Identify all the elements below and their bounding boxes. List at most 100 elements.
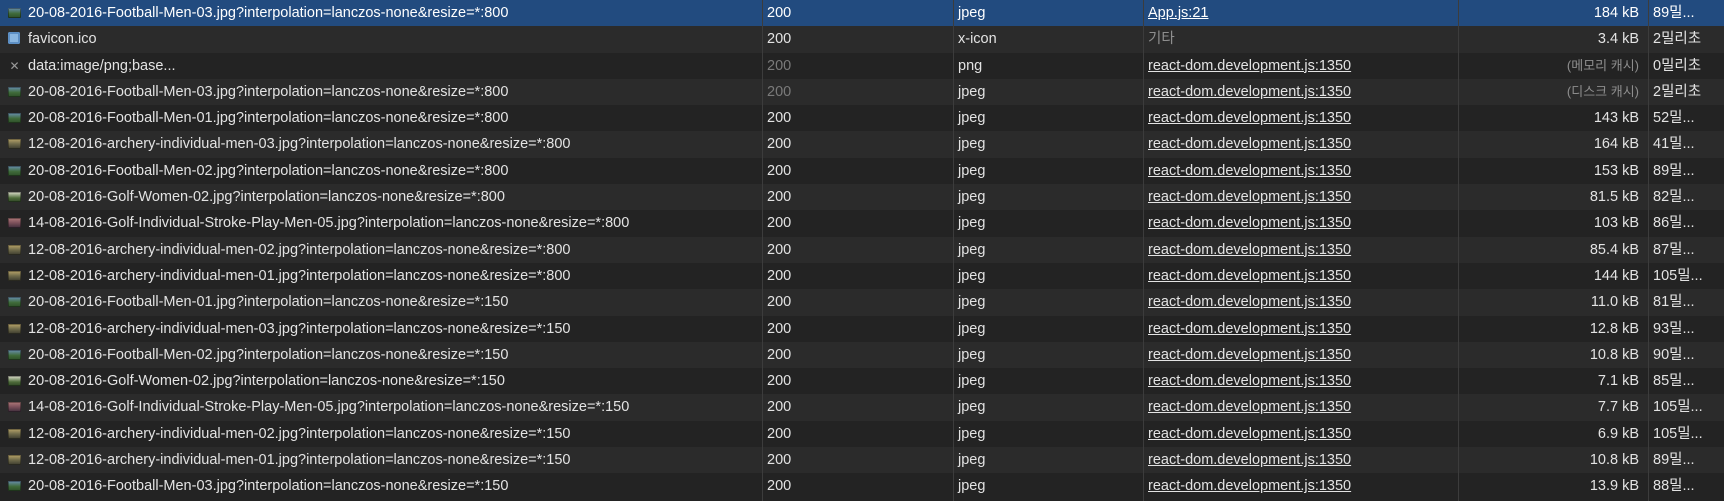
name-cell[interactable]: 12-08-2016-archery-individual-men-02.jpg… [0, 421, 762, 447]
status-cell: 200 [767, 425, 792, 442]
table-row[interactable]: 14-08-2016-Golf-Individual-Stroke-Play-M… [0, 210, 1724, 237]
request-name: 12-08-2016-archery-individual-men-03.jpg… [28, 136, 571, 153]
name-cell[interactable]: 20-08-2016-Golf-Women-02.jpg?interpolati… [0, 368, 762, 394]
size-cell: 3.4 kB [1597, 31, 1639, 48]
table-row[interactable]: 20-08-2016-Football-Men-01.jpg?interpola… [0, 289, 1724, 316]
name-cell[interactable]: 20-08-2016-Football-Men-03.jpg?interpola… [0, 473, 762, 499]
time-cell: 90밀... [1653, 346, 1695, 363]
size-cell: 7.7 kB [1597, 399, 1639, 416]
request-name: 20-08-2016-Football-Men-01.jpg?interpola… [28, 294, 509, 311]
initiator-link[interactable]: react-dom.development.js:1350 [1148, 189, 1351, 205]
table-row[interactable]: 12-08-2016-archery-individual-men-02.jpg… [0, 420, 1724, 448]
name-cell[interactable]: 20-08-2016-Football-Men-02.jpg?interpola… [0, 342, 762, 368]
type-cell: jpeg [958, 215, 986, 232]
initiator-link[interactable]: react-dom.development.js:1350 [1148, 426, 1351, 442]
image-thumbnail-icon [8, 270, 21, 281]
column-divider-initiator[interactable] [1143, 0, 1144, 501]
request-name: 14-08-2016-Golf-Individual-Stroke-Play-M… [28, 215, 630, 232]
size-cell: 13.9 kB [1589, 478, 1639, 495]
initiator-link[interactable]: react-dom.development.js:1350 [1148, 215, 1351, 231]
initiator-link[interactable]: App.js:21 [1148, 5, 1208, 21]
table-row[interactable]: 12-08-2016-archery-individual-men-03.jpg… [0, 315, 1724, 342]
initiator-link[interactable]: react-dom.development.js:1350 [1148, 478, 1351, 494]
table-row[interactable]: 20-08-2016-Golf-Women-02.jpg?interpolati… [0, 184, 1724, 211]
table-row[interactable]: 20-08-2016-Football-Men-01.jpg?interpola… [0, 105, 1724, 132]
table-row[interactable]: 20-08-2016-Football-Men-02.jpg?interpola… [0, 341, 1724, 369]
table-row[interactable]: 20-08-2016-Football-Men-03.jpg?interpola… [0, 78, 1724, 106]
table-row[interactable]: 12-08-2016-archery-individual-men-02.jpg… [0, 236, 1724, 263]
time-cell: 87밀... [1653, 241, 1695, 258]
request-name: 20-08-2016-Football-Men-03.jpg?interpola… [28, 83, 509, 100]
name-cell[interactable]: 12-08-2016-archery-individual-men-03.jpg… [0, 316, 762, 342]
name-cell[interactable]: 12-08-2016-archery-individual-men-03.jpg… [0, 131, 762, 157]
initiator-link[interactable]: react-dom.development.js:1350 [1148, 242, 1351, 258]
name-cell[interactable]: 20-08-2016-Football-Men-03.jpg?interpola… [0, 0, 762, 26]
time-cell: 89밀... [1653, 452, 1695, 469]
name-cell[interactable]: 20-08-2016-Football-Men-03.jpg?interpola… [0, 79, 762, 105]
column-divider-type[interactable] [953, 0, 954, 501]
type-cell: jpeg [958, 189, 986, 206]
table-row[interactable]: 20-08-2016-Golf-Women-02.jpg?interpolati… [0, 368, 1724, 395]
initiator-link[interactable]: react-dom.development.js:1350 [1148, 268, 1351, 284]
broken-image-icon: ✕ [9, 58, 20, 73]
name-cell[interactable]: 20-08-2016-Football-Men-02.jpg?interpola… [0, 158, 762, 184]
name-cell[interactable]: 12-08-2016-archery-individual-men-01.jpg… [0, 263, 762, 289]
size-cell: 143 kB [1593, 110, 1639, 127]
name-cell[interactable]: favicon.ico [0, 26, 762, 52]
column-divider-time[interactable] [1648, 0, 1649, 501]
time-cell: 2밀리초 [1653, 83, 1702, 100]
column-divider-status[interactable] [762, 0, 763, 501]
initiator-link[interactable]: react-dom.development.js:1350 [1148, 452, 1351, 468]
initiator-link[interactable]: react-dom.development.js:1350 [1148, 110, 1351, 126]
time-cell: 86밀... [1653, 215, 1695, 232]
status-cell: 200 [767, 57, 792, 74]
name-cell[interactable]: 20-08-2016-Golf-Women-02.jpg?interpolati… [0, 184, 762, 210]
type-cell: jpeg [958, 162, 986, 179]
name-cell[interactable]: 12-08-2016-archery-individual-men-02.jpg… [0, 237, 762, 263]
initiator-link[interactable]: react-dom.development.js:1350 [1148, 136, 1351, 152]
initiator-link[interactable]: react-dom.development.js:1350 [1148, 347, 1351, 363]
table-row[interactable]: 20-08-2016-Football-Men-03.jpg?interpola… [0, 473, 1724, 500]
image-thumbnail-icon [8, 323, 21, 334]
initiator-cell: react-dom.development.js:1350 [1143, 342, 1458, 368]
size-cell: 81.5 kB [1589, 189, 1639, 206]
name-cell[interactable]: 14-08-2016-Golf-Individual-Stroke-Play-M… [0, 210, 762, 236]
type-cell: jpeg [958, 294, 986, 311]
size-cell: 6.9 kB [1597, 425, 1639, 442]
name-cell[interactable]: ✕ data:image/png;base... [0, 53, 762, 79]
request-name: 20-08-2016-Football-Men-02.jpg?interpola… [28, 162, 509, 179]
table-row[interactable]: 12-08-2016-archery-individual-men-01.jpg… [0, 262, 1724, 290]
initiator-link[interactable]: react-dom.development.js:1350 [1148, 163, 1351, 179]
size-cell: 164 kB [1593, 136, 1639, 153]
table-row[interactable]: 12-08-2016-archery-individual-men-03.jpg… [0, 131, 1724, 158]
request-name: favicon.ico [28, 31, 97, 48]
status-cell: 200 [767, 478, 792, 495]
column-divider-size[interactable] [1458, 0, 1459, 501]
size-cell: 7.1 kB [1597, 373, 1639, 390]
table-row[interactable]: 20-08-2016-Football-Men-02.jpg?interpola… [0, 157, 1724, 185]
table-row-selected[interactable]: 20-08-2016-Football-Men-03.jpg?interpola… [0, 0, 1724, 27]
size-cell: 153 kB [1593, 162, 1639, 179]
initiator-cell: react-dom.development.js:1350 [1143, 237, 1458, 263]
name-cell[interactable]: 20-08-2016-Football-Men-01.jpg?interpola… [0, 105, 762, 131]
initiator-link[interactable]: react-dom.development.js:1350 [1148, 399, 1351, 415]
initiator-link[interactable]: react-dom.development.js:1350 [1148, 373, 1351, 389]
status-cell: 200 [767, 452, 792, 469]
table-row[interactable]: 14-08-2016-Golf-Individual-Stroke-Play-M… [0, 394, 1724, 421]
status-cell: 200 [767, 5, 792, 21]
name-cell[interactable]: 14-08-2016-Golf-Individual-Stroke-Play-M… [0, 394, 762, 420]
status-cell: 200 [767, 320, 792, 337]
initiator-link[interactable]: react-dom.development.js:1350 [1148, 58, 1351, 74]
type-cell: jpeg [958, 241, 986, 258]
table-row[interactable]: 12-08-2016-archery-individual-men-01.jpg… [0, 447, 1724, 474]
initiator-cell: react-dom.development.js:1350 [1143, 316, 1458, 342]
initiator-link[interactable]: react-dom.development.js:1350 [1148, 84, 1351, 100]
type-cell: jpeg [958, 452, 986, 469]
table-row[interactable]: ✕ data:image/png;base... 200 png react-dom.d… [0, 52, 1724, 79]
name-cell[interactable]: 12-08-2016-archery-individual-men-01.jpg… [0, 447, 762, 473]
status-cell: 200 [767, 162, 792, 179]
table-row[interactable]: favicon.ico 200 x-icon 기타 3.4 kB 2밀리초 [0, 26, 1724, 53]
initiator-link[interactable]: react-dom.development.js:1350 [1148, 294, 1351, 310]
name-cell[interactable]: 20-08-2016-Football-Men-01.jpg?interpola… [0, 289, 762, 315]
initiator-link[interactable]: react-dom.development.js:1350 [1148, 321, 1351, 337]
